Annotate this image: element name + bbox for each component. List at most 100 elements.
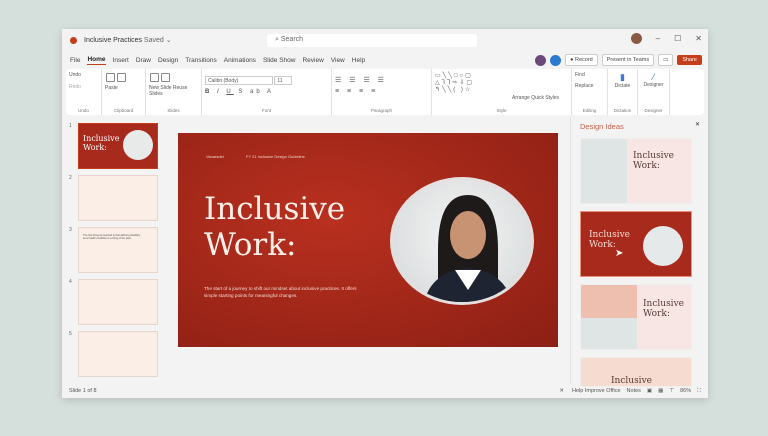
design-idea-1[interactable]: Inclusive Work: — [580, 138, 692, 204]
designer-button[interactable]: Designer — [641, 82, 666, 88]
arrange-button[interactable]: Arrange — [512, 95, 530, 101]
thumbnail-number: 5 — [69, 331, 72, 337]
cut-icon[interactable] — [117, 73, 126, 82]
record-label: Record — [574, 57, 593, 63]
design-idea-2[interactable]: Inclusive Work: ➤ — [580, 211, 692, 277]
format-buttons[interactable]: B I U S ab A — [205, 89, 328, 95]
search-input[interactable]: ⌕ Search — [267, 34, 477, 47]
dictation-group: ▮ Dictate Dictation — [608, 69, 638, 115]
close-button[interactable]: ✕ — [695, 34, 702, 43]
shapes-gallery[interactable]: ▭╲╲□○▢ △⅂⅂⇨⇩▢ ↰╲╲( )☆ — [435, 72, 568, 93]
tab-transitions[interactable]: Transitions — [185, 57, 217, 64]
tab-animations[interactable]: Animations — [224, 57, 256, 64]
idea-title: Inclusive — [589, 230, 630, 240]
slide-thumbnail-2[interactable] — [78, 175, 158, 221]
design-ideas-close-button[interactable]: ✕ — [695, 121, 700, 128]
style-group: ▭╲╲□○▢ △⅂⅂⇨⇩▢ ↰╲╲( )☆ Arrange Quick Styles… — [432, 69, 572, 115]
tab-home[interactable]: Home — [87, 56, 106, 65]
font-name-select[interactable]: Calibri (Body) — [205, 76, 273, 85]
ribbon-tabs: File Home Insert Draw Design Transitions… — [62, 51, 708, 69]
group-label: Slides — [167, 108, 180, 113]
save-state[interactable]: Saved ⌄ — [144, 36, 172, 44]
search-placeholder: Search — [280, 36, 304, 43]
minimize-button[interactable]: – — [656, 34, 660, 43]
slide-counter: Slide 1 of 8 — [69, 388, 97, 394]
record-button[interactable]: ● Record — [565, 54, 598, 66]
slide-canvas[interactable]: Vanarsdel FY 21 Inclusive Design Guideli… — [178, 133, 558, 347]
dictate-button[interactable]: Dictate — [611, 83, 634, 89]
close-help-icon[interactable]: ✕ — [559, 388, 564, 394]
fit-to-window-icon[interactable]: ⛶ — [697, 388, 701, 395]
group-label: Paragraph — [370, 108, 392, 113]
document-title[interactable]: Inclusive Practices — [84, 37, 142, 44]
present-in-teams-button[interactable]: Present in Teams — [601, 54, 655, 66]
redo-button[interactable]: Redo — [69, 84, 98, 90]
comments-icon[interactable]: ▭ — [658, 54, 674, 66]
presenter-photo — [581, 139, 627, 203]
ribbon: Undo Redo Undo Paste Clipboard New Slide… — [66, 69, 704, 115]
slide-title-line-2: Work: — [204, 227, 297, 263]
slide-subtitle[interactable]: The start of a journey to shift our mind… — [204, 285, 364, 299]
idea-title: Work: — [633, 161, 660, 171]
normal-view-icon[interactable]: ▣ — [647, 388, 652, 394]
paragraph-buttons[interactable]: ☰ ☰ ☰ ☰ — [335, 76, 428, 84]
design-idea-4[interactable]: Inclusive — [580, 357, 692, 387]
font-size-select[interactable]: 11 — [274, 76, 293, 85]
group-label: Style — [496, 108, 507, 113]
slide-thumbnail-1[interactable]: Inclusive Work: — [78, 123, 158, 169]
reuse-slides-icon[interactable] — [161, 73, 170, 82]
design-ideas-pane: Design Ideas ✕ Inclusive Work: Inclusive W… — [570, 117, 708, 387]
slide-title[interactable]: Inclusive Work: — [204, 191, 345, 263]
tab-draw[interactable]: Draw — [136, 57, 151, 64]
slide-thumbnail-pane: 1 Inclusive Work: 2 3 The first thing we… — [62, 117, 162, 384]
find-button[interactable]: Find — [575, 72, 604, 78]
group-label: Dictation — [613, 108, 632, 113]
undo-button[interactable]: Undo — [69, 72, 98, 78]
help-improve-office-link[interactable]: Help Improve Office — [572, 388, 621, 394]
slide-thumbnail-3[interactable]: The first thing we learned is that defin… — [78, 227, 158, 273]
mouse-cursor-icon: ➤ — [615, 248, 624, 259]
align-buttons[interactable]: ≡ ≡ ≡ ≡ — [335, 88, 428, 95]
slide-header: FY 21 Inclusive Design Guideline — [246, 154, 305, 159]
idea-title: Inclusive — [633, 151, 674, 161]
editing-group: Find Replace Editing — [572, 69, 608, 115]
user-avatar[interactable] — [630, 33, 642, 44]
design-ideas-title: Design Ideas — [580, 122, 624, 131]
thumbnail-text: The first thing we learned is that defin… — [83, 234, 141, 240]
slide-brand: Vanarsdel — [206, 154, 224, 159]
share-button[interactable]: Share — [677, 55, 702, 65]
replace-button[interactable]: Replace — [575, 83, 604, 89]
presenter-video[interactable] — [390, 177, 534, 305]
paste-button[interactable]: Paste — [105, 85, 142, 91]
idea-title: Work: — [643, 309, 670, 319]
slide-thumbnail-4[interactable] — [78, 279, 158, 325]
tab-file[interactable]: File — [70, 57, 80, 64]
tab-view[interactable]: View — [331, 57, 345, 64]
presenter-photo — [123, 130, 153, 160]
new-slide-icon[interactable] — [150, 73, 159, 82]
microphone-icon: ▮ — [620, 72, 625, 82]
tab-slide-show[interactable]: Slide Show — [263, 57, 296, 64]
paste-icon[interactable] — [106, 73, 115, 82]
design-idea-3[interactable]: Inclusive Work: — [580, 284, 692, 350]
thumbnail-number: 2 — [69, 175, 72, 181]
tab-design[interactable]: Design — [158, 57, 178, 64]
slide-thumbnail-5[interactable] — [78, 331, 158, 377]
quick-styles-button[interactable]: Quick Styles — [531, 95, 559, 101]
collaborator-avatar[interactable] — [535, 54, 547, 66]
zoom-level[interactable]: 86% — [680, 388, 691, 394]
tab-insert[interactable]: Insert — [113, 57, 129, 64]
designer-group: ⁄ Designer Designer — [638, 69, 670, 115]
workspace: 1 Inclusive Work: 2 3 The first thing we… — [62, 117, 708, 387]
tab-review[interactable]: Review — [302, 57, 323, 64]
notes-button[interactable]: Notes — [627, 388, 641, 394]
tab-help[interactable]: Help — [352, 57, 365, 64]
collaborator-avatar[interactable] — [550, 54, 562, 66]
maximize-button[interactable]: ☐ — [674, 34, 681, 43]
presenter-view-icon[interactable]: ⊤ — [669, 388, 674, 394]
thumbnail-number: 3 — [69, 227, 72, 233]
status-bar: Slide 1 of 8 ✕ Help Improve Office Notes… — [62, 384, 708, 398]
paragraph-group: ☰ ☰ ☰ ☰ ≡ ≡ ≡ ≡ Paragraph — [332, 69, 432, 115]
group-label: Editing — [582, 108, 597, 113]
slide-sorter-icon[interactable]: ▦ — [658, 388, 663, 394]
